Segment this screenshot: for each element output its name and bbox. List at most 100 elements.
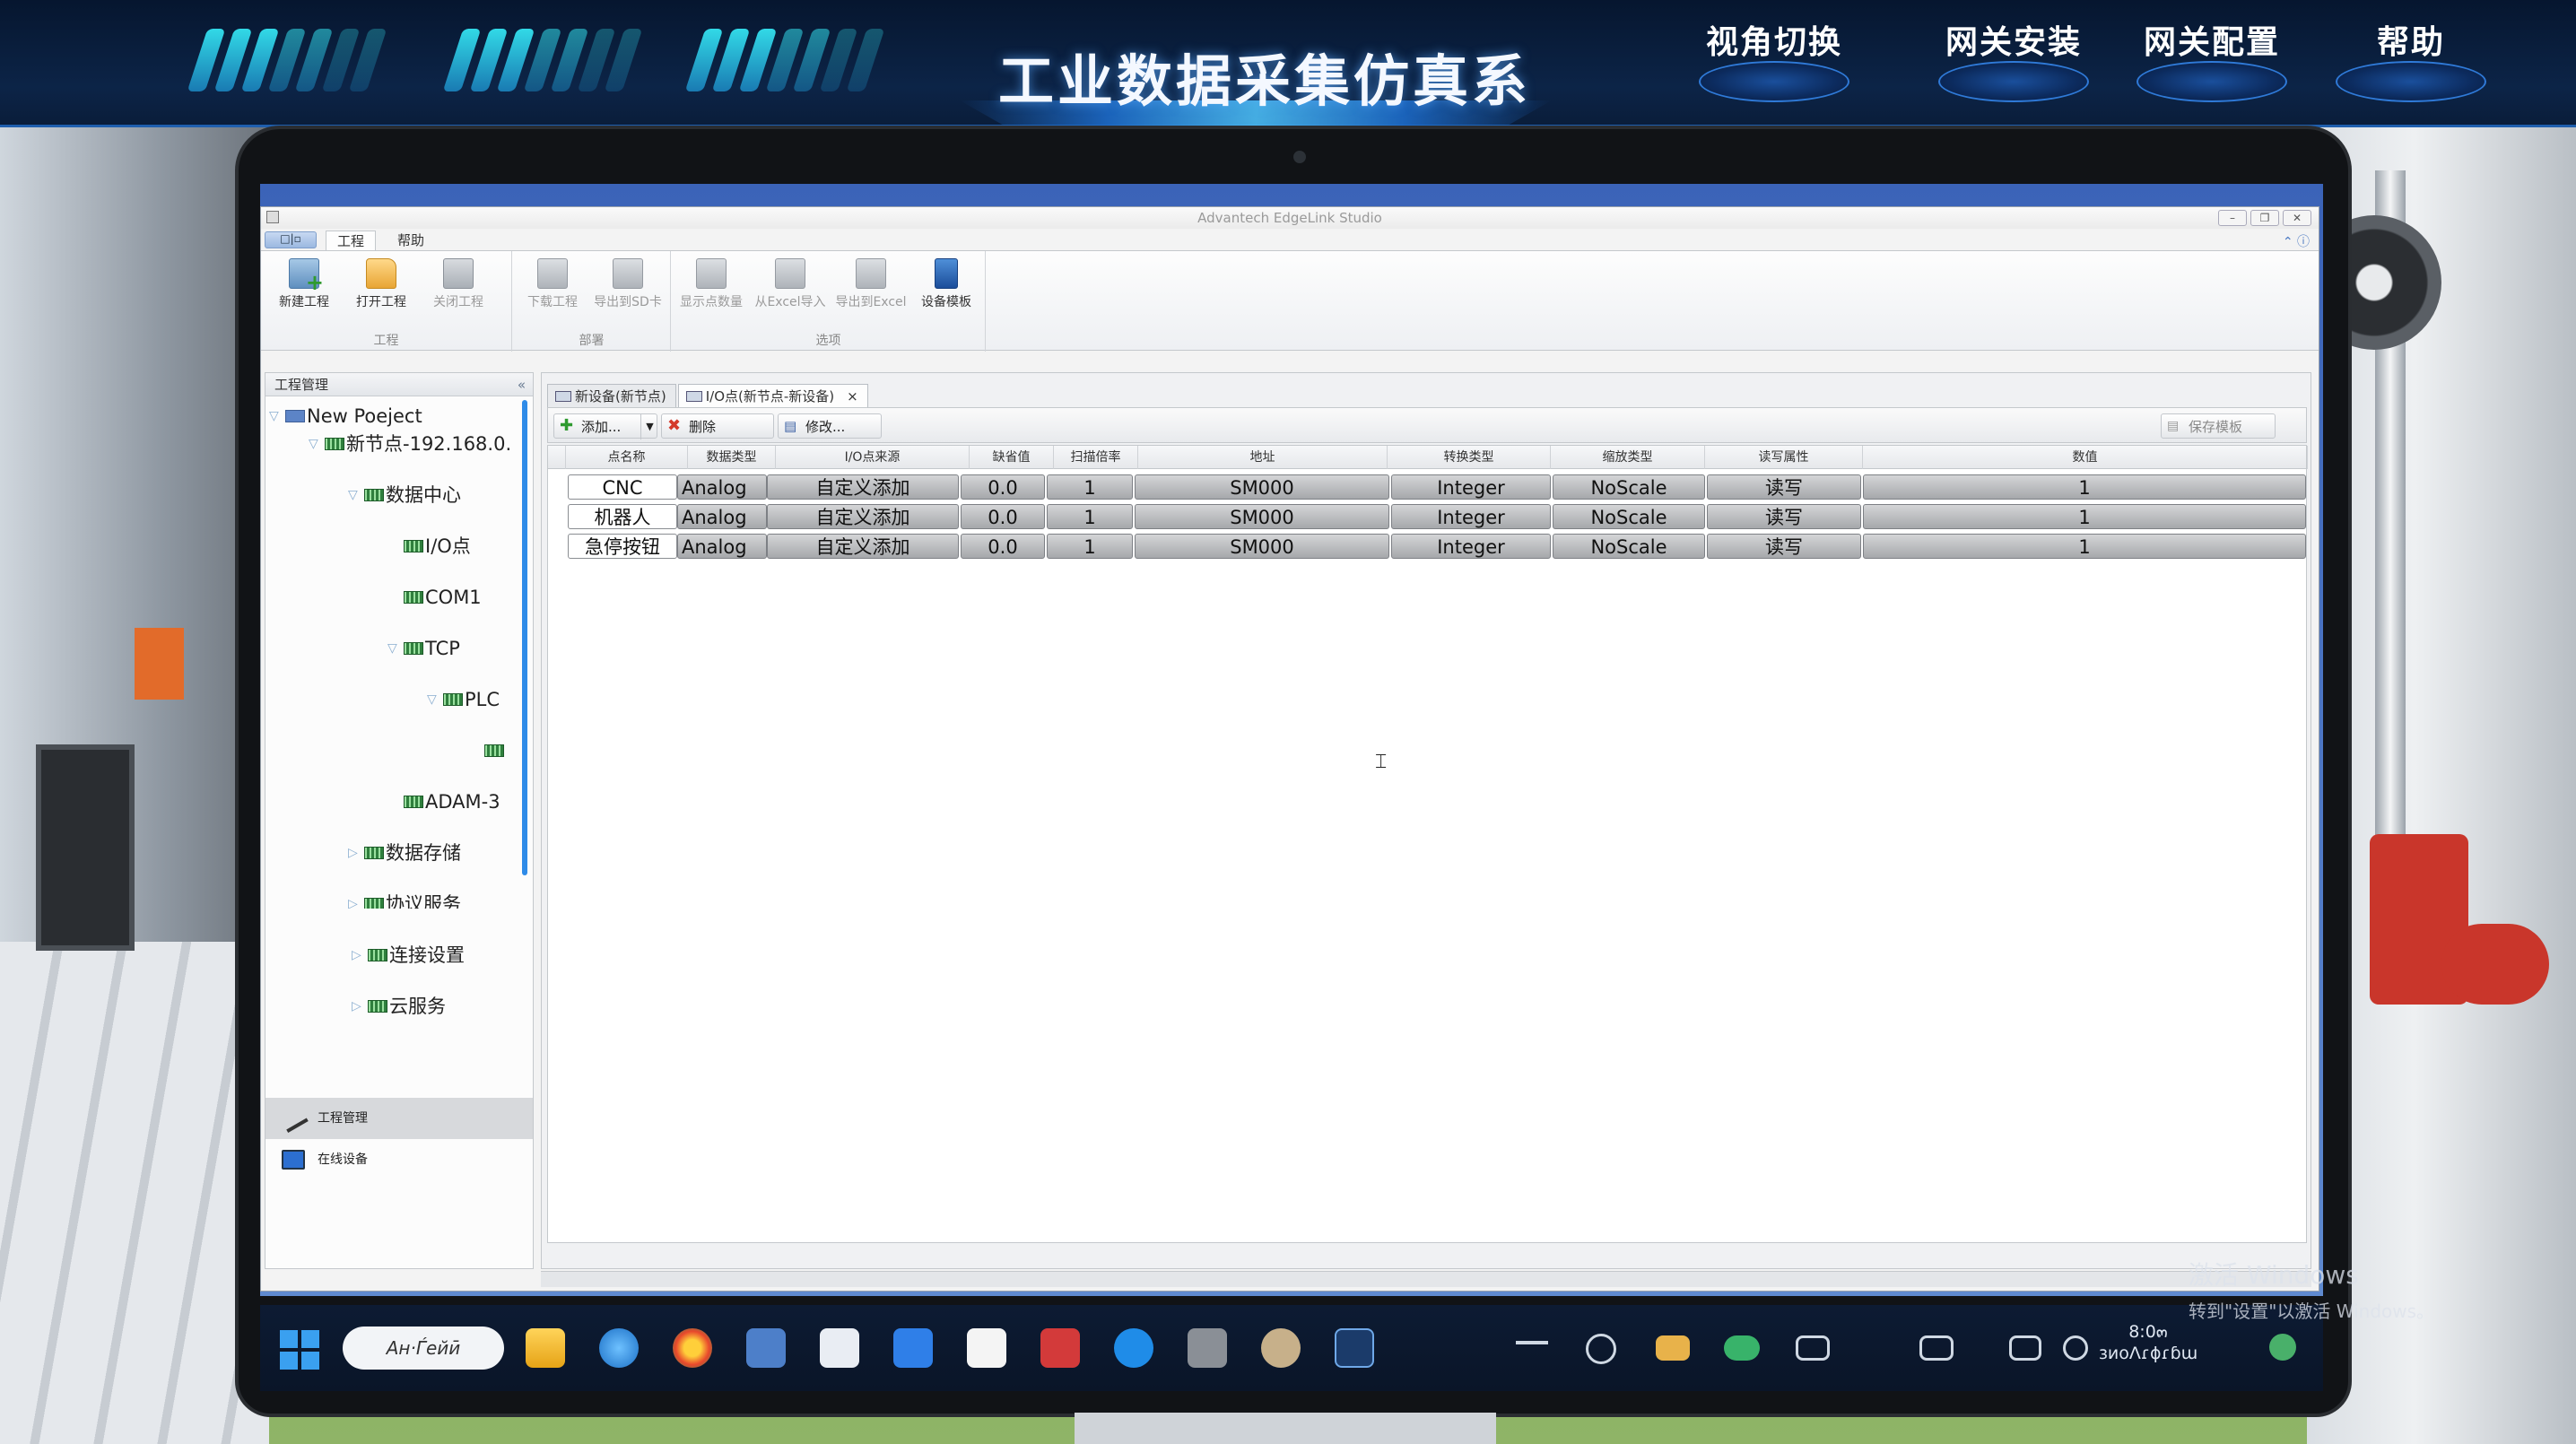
cell-address[interactable]: SM000 (1135, 534, 1389, 559)
tree-node-plc[interactable]: ▽ PLC (427, 686, 500, 713)
tree-node-device[interactable] (484, 737, 506, 764)
app-menu-button[interactable]: □|▫ (265, 231, 317, 248)
column-header[interactable]: 数据类型 (688, 446, 776, 469)
cell-default-value[interactable]: 0.0 (961, 534, 1045, 559)
tree-node-data-center[interactable]: ▽ 数据中心 (348, 482, 461, 509)
app-icon-round[interactable] (1261, 1328, 1301, 1368)
cell-rw-attribute[interactable]: 读写 (1707, 534, 1861, 559)
cell-address[interactable]: SM000 (1135, 474, 1389, 500)
close-project-button[interactable]: 关闭工程 (422, 257, 494, 319)
close-icon[interactable]: ✕ (2283, 210, 2311, 226)
app-icon-blue[interactable] (746, 1328, 786, 1368)
open-project-button[interactable]: 打开工程 (345, 257, 417, 319)
expand-icon[interactable]: ▷ (348, 891, 362, 909)
cell-default-value[interactable]: 0.0 (961, 504, 1045, 529)
import-excel-button[interactable]: 从Excel导入 (754, 257, 826, 319)
cell-conversion-type[interactable]: Integer (1391, 534, 1551, 559)
app-icon-swirl[interactable] (1114, 1328, 1153, 1368)
system-clock[interactable]: 8:0๓ ɜиоɅɾɸɾɓɯ (2072, 1321, 2224, 1364)
tree-node-connection-settings[interactable]: ▷ 连接设置 (352, 942, 465, 969)
chrome-icon[interactable] (673, 1328, 712, 1368)
column-header[interactable]: 转换类型 (1388, 446, 1551, 469)
tray-keyboard-icon[interactable] (1919, 1335, 1954, 1361)
window-titlebar[interactable]: Advantech EdgeLink Studio – ❐ ✕ (261, 207, 2319, 229)
taskbar-search-box[interactable]: Ан·Ѓейӣ (343, 1327, 504, 1370)
online-devices-tab[interactable]: 在线设备 (265, 1139, 533, 1180)
restore-icon[interactable]: ❐ (2250, 210, 2279, 226)
tree-node-com1[interactable]: COM1 (387, 584, 482, 611)
wechat-icon[interactable] (1724, 1335, 1760, 1361)
app-icon-notes[interactable] (820, 1328, 859, 1368)
cell-io-source[interactable]: 自定义添加 (767, 474, 959, 500)
tree-node-protocol-service[interactable]: ▷ 协议服务 (348, 891, 461, 909)
cell-rw-attribute[interactable]: 读写 (1707, 474, 1861, 500)
tab-help[interactable]: 帮助 (387, 231, 435, 250)
cell-conversion-type[interactable]: Integer (1391, 504, 1551, 529)
minimize-icon[interactable]: – (2218, 210, 2247, 226)
chevron-down-icon[interactable]: ▼ (640, 414, 658, 439)
tab-project[interactable]: 工程 (326, 231, 377, 250)
column-header[interactable]: 扫描倍率 (1054, 446, 1138, 469)
expand-icon[interactable]: ▽ (269, 403, 283, 430)
cell-value[interactable]: 1 (1863, 474, 2306, 500)
cell-value[interactable]: 1 (1863, 534, 2306, 559)
expand-icon[interactable]: ▽ (387, 635, 402, 662)
cell-point-name[interactable]: CNC (568, 474, 677, 500)
column-header[interactable]: 数值 (1863, 446, 2308, 469)
table-row[interactable]: 机器人 Analog 自定义添加 0.0 1 SM000 Integer NoS… (548, 502, 2306, 531)
tray-chevron-icon[interactable] (1516, 1341, 1548, 1359)
tree-node-cloud-service[interactable]: ▷ 云服务 (352, 993, 446, 1020)
add-point-button[interactable]: ✚ 添加... ▼ (553, 413, 657, 439)
project-manager-tab[interactable]: 工程管理 (265, 1098, 533, 1139)
cell-default-value[interactable]: 0.0 (961, 474, 1045, 500)
cell-io-source[interactable]: 自定义添加 (767, 504, 959, 529)
delete-point-button[interactable]: ✖ 删除 (661, 413, 774, 439)
cell-data-type[interactable]: Analog (677, 504, 767, 529)
expand-icon[interactable]: ▷ (352, 993, 366, 1020)
expand-icon[interactable]: ▽ (309, 431, 323, 457)
ribbon-help-icon[interactable]: ⌃ ⓘ (2283, 232, 2310, 250)
export-sd-button[interactable]: 导出到SD卡 (592, 257, 664, 319)
export-excel-button[interactable]: 导出到Excel (835, 257, 907, 319)
windows-start-icon[interactable] (280, 1330, 319, 1370)
column-header[interactable]: 地址 (1138, 446, 1388, 469)
tree-node-adam[interactable]: ADAM-3 (387, 788, 500, 815)
recorder-icon[interactable] (1040, 1328, 1080, 1368)
nav-gateway-config-button[interactable]: 网关配置 (2131, 16, 2293, 102)
edgelink-icon[interactable] (1335, 1328, 1374, 1368)
cell-io-source[interactable]: 自定义添加 (767, 534, 959, 559)
cell-point-name[interactable]: 急停按钮 (568, 534, 677, 559)
collapse-icon[interactable]: « (518, 373, 526, 396)
file-explorer-icon[interactable] (526, 1328, 565, 1368)
column-header[interactable]: 点名称 (566, 446, 688, 469)
tray-search-icon[interactable] (1586, 1334, 1616, 1364)
app-icon-mail[interactable] (893, 1328, 933, 1368)
column-header[interactable]: 缺省值 (970, 446, 1054, 469)
app-icon-gray[interactable] (1188, 1328, 1227, 1368)
cell-rw-attribute[interactable]: 读写 (1707, 504, 1861, 529)
cell-scale-type[interactable]: NoScale (1553, 534, 1705, 559)
nav-gateway-install-button[interactable]: 网关安装 (1933, 16, 2094, 102)
device-template-button[interactable]: 设备模板 (910, 257, 982, 319)
nav-view-switch-button[interactable]: 视角切换 (1693, 16, 1855, 102)
cell-scale-type[interactable]: NoScale (1553, 504, 1705, 529)
tree-node-io-points[interactable]: I/O点 (387, 533, 471, 560)
expand-icon[interactable]: ▷ (348, 839, 362, 866)
tray-folder-icon[interactable] (1656, 1335, 1690, 1361)
browser-icon[interactable] (599, 1328, 639, 1368)
show-point-count-button[interactable]: 显示点数量 (675, 257, 747, 319)
column-header[interactable]: 读写属性 (1705, 446, 1863, 469)
tree-node-project[interactable]: ▽ New Poeject (269, 403, 422, 430)
cell-scan-rate[interactable]: 1 (1047, 534, 1133, 559)
cell-scale-type[interactable]: NoScale (1553, 474, 1705, 500)
cell-value[interactable]: 1 (1863, 504, 2306, 529)
nav-help-button[interactable]: 帮助 (2330, 16, 2492, 102)
new-project-button[interactable]: 新建工程 (268, 257, 340, 319)
expand-icon[interactable]: ▽ (348, 482, 362, 509)
cell-data-type[interactable]: Analog (677, 474, 767, 500)
tree-node-data-storage[interactable]: ▷ 数据存储 (348, 839, 461, 866)
expand-icon[interactable]: ▽ (427, 686, 441, 713)
close-tab-icon[interactable]: × (847, 385, 858, 408)
network-icon[interactable] (2009, 1335, 2041, 1361)
download-project-button[interactable]: 下载工程 (517, 257, 588, 319)
